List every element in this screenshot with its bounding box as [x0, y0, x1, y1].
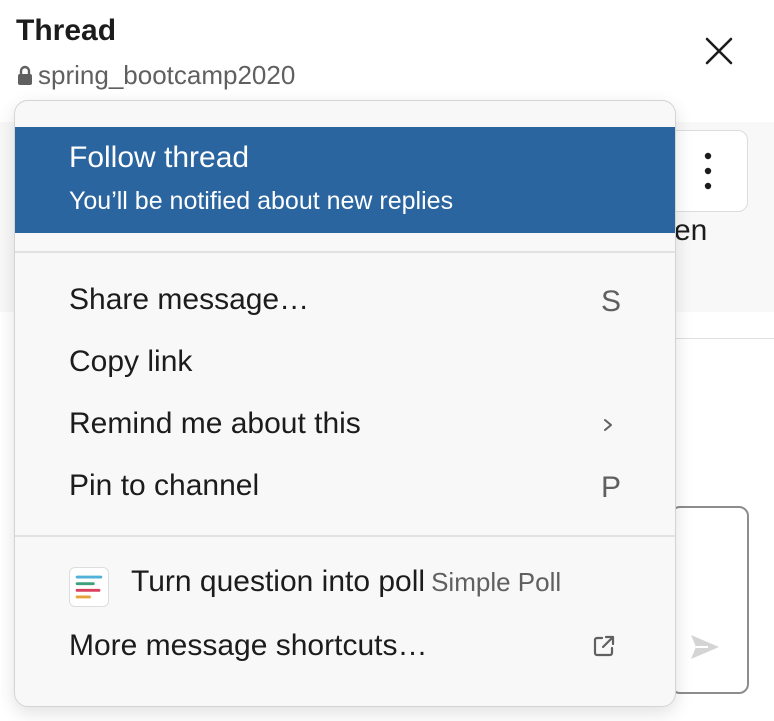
remind-me-label: Remind me about this: [69, 407, 361, 440]
share-message-label: Share message…: [69, 283, 310, 316]
message-text-fragment: en: [674, 214, 708, 247]
more-message-shortcuts-label: More message shortcuts…: [69, 629, 428, 662]
thread-title: Thread: [16, 14, 117, 47]
remind-me-item[interactable]: Remind me about this: [15, 395, 675, 455]
poll-action-text: Turn question into poll: [131, 565, 426, 598]
follow-thread-item[interactable]: Follow thread You’ll be notified about n…: [15, 127, 675, 233]
pin-to-channel-shortcut: P: [600, 471, 621, 504]
follow-thread-label: Follow thread: [69, 141, 250, 174]
share-message-item[interactable]: Share message… S: [15, 271, 675, 331]
channel-label: spring_bootcamp2020: [38, 60, 296, 90]
close-icon[interactable]: [700, 32, 738, 70]
menu-divider: [15, 535, 675, 537]
external-link-icon: [593, 635, 615, 657]
poll-app-name: Simple Poll: [431, 567, 562, 597]
chevron-right-icon: [604, 419, 612, 431]
share-message-shortcut: S: [600, 285, 621, 318]
pin-to-channel-item[interactable]: Pin to channel P: [15, 457, 675, 517]
lock-icon: [18, 65, 32, 85]
turn-into-poll-item[interactable]: Turn question into poll Simple Poll: [15, 555, 675, 619]
copy-link-label: Copy link: [69, 345, 193, 378]
menu-divider: [15, 251, 675, 253]
turn-into-poll-label: Turn question into poll Simple Poll: [131, 565, 561, 599]
vertical-dots-icon: [704, 152, 712, 190]
follow-thread-description: You’ll be notified about new replies: [69, 187, 454, 215]
message-actions-menu: Follow thread You’ll be notified about n…: [14, 100, 676, 707]
reply-composer[interactable]: [670, 506, 749, 694]
channel-name[interactable]: spring_bootcamp2020: [16, 60, 295, 91]
divider-line: [674, 338, 774, 339]
send-icon[interactable]: [688, 630, 722, 664]
pin-to-channel-label: Pin to channel: [69, 469, 260, 502]
more-message-shortcuts-item[interactable]: More message shortcuts…: [15, 617, 675, 677]
copy-link-item[interactable]: Copy link: [15, 333, 675, 393]
simple-poll-icon: [69, 567, 109, 607]
